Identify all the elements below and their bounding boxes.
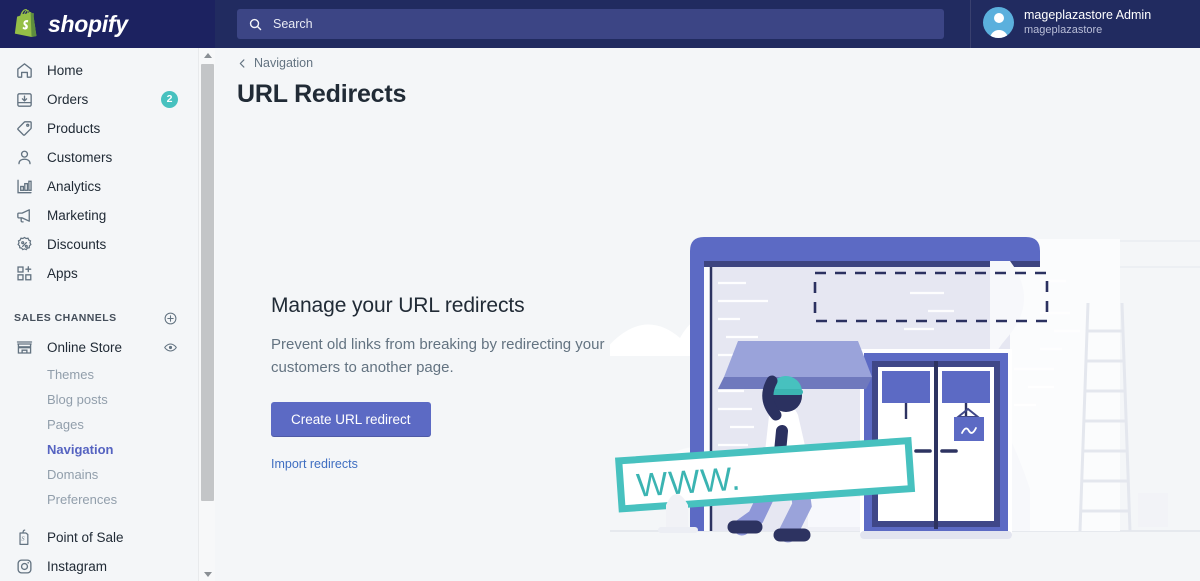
sidebar-scrollbar[interactable] <box>198 48 215 581</box>
sidebar-subitem-label: Blog posts <box>47 392 108 407</box>
search-input[interactable]: Search <box>237 9 944 39</box>
top-bar: Search mageplazastore Admin mageplazasto… <box>215 0 1200 48</box>
main-content: Navigation URL Redirects WWW. Manage you… <box>215 48 1200 581</box>
sidebar-item-online-store[interactable]: Online Store <box>0 333 198 361</box>
create-url-redirect-button[interactable]: Create URL redirect <box>271 401 431 437</box>
sidebar-item-home[interactable]: Home <box>0 56 198 84</box>
account-store: mageplazastore <box>1024 24 1103 37</box>
tag-icon <box>14 118 34 138</box>
shopify-logo[interactable]: shopify <box>14 9 128 39</box>
sidebar: shopify Home Orders 2 Products Customers… <box>0 0 215 581</box>
scrollbar-thumb[interactable] <box>201 64 214 501</box>
scroll-up-arrow-icon[interactable] <box>199 48 216 62</box>
sidebar-item-customers[interactable]: Customers <box>0 143 198 171</box>
sidebar-item-analytics[interactable]: Analytics <box>0 172 198 200</box>
sidebar-item-label: Online Store <box>47 339 123 355</box>
sidebar-item-point-of-sale[interactable]: S Point of Sale <box>0 523 198 551</box>
sidebar-item-products[interactable]: Products <box>0 114 198 142</box>
sidebar-item-label: Analytics <box>47 178 102 194</box>
breadcrumb[interactable]: Navigation <box>237 56 313 70</box>
home-icon <box>14 60 34 80</box>
sidebar-subitem-label: Preferences <box>47 492 118 507</box>
search-icon <box>248 17 263 32</box>
sidebar-item-label: Home <box>47 62 84 78</box>
sidebar-subitem-navigation[interactable]: Navigation <box>0 437 198 462</box>
shopify-bag-icon <box>14 9 37 38</box>
sidebar-item-discounts[interactable]: Discounts <box>0 230 198 258</box>
url-redirect-illustration: WWW. <box>610 237 1200 543</box>
page-title: URL Redirects <box>237 80 407 108</box>
point-of-sale-icon: S <box>14 527 34 547</box>
shopify-wordmark: shopify <box>48 10 128 37</box>
brand-bar: shopify <box>0 0 215 48</box>
search-placeholder: Search <box>273 17 313 31</box>
sidebar-subitem-blog-posts[interactable]: Blog posts <box>0 387 198 412</box>
sidebar-subitem-pages[interactable]: Pages <box>0 412 198 437</box>
sidebar-subitem-label: Pages <box>47 417 84 432</box>
sidebar-scroll-region: Home Orders 2 Products Customers Analyti… <box>0 48 215 581</box>
sidebar-item-instagram[interactable]: Instagram <box>0 552 198 580</box>
sidebar-subitem-label: Domains <box>47 467 99 482</box>
apps-grid-plus-icon <box>14 263 34 283</box>
eye-icon[interactable] <box>163 340 178 355</box>
sidebar-item-label: Products <box>47 120 101 136</box>
percent-badge-icon <box>14 234 34 254</box>
topbar-divider <box>970 0 971 48</box>
plus-circle-icon[interactable] <box>163 311 178 326</box>
sidebar-item-label: Discounts <box>47 236 107 252</box>
scroll-down-arrow-icon[interactable] <box>199 567 216 581</box>
bar-chart-icon <box>14 176 34 196</box>
user-avatar-icon <box>983 7 1014 38</box>
sidebar-subitem-label: Navigation <box>47 442 114 457</box>
empty-state-description: Prevent old links from breaking by redir… <box>271 336 605 376</box>
sidebar-item-label: Apps <box>47 265 78 281</box>
sidebar-item-label: Instagram <box>47 558 108 574</box>
sales-channels-header: SALES CHANNELS <box>0 303 198 333</box>
breadcrumb-label: Navigation <box>254 56 314 70</box>
sidebar-item-label: Marketing <box>47 207 107 223</box>
sidebar-subitem-preferences[interactable]: Preferences <box>0 487 198 512</box>
orders-count-badge: 2 <box>161 90 178 108</box>
sidebar-item-label: Customers <box>47 149 113 165</box>
sidebar-item-marketing[interactable]: Marketing <box>0 201 198 229</box>
account-name: mageplazastore Admin <box>1024 8 1152 23</box>
sidebar-subitem-themes[interactable]: Themes <box>0 362 198 387</box>
megaphone-icon <box>14 205 34 225</box>
sidebar-item-label: Orders <box>47 91 89 107</box>
sidebar-item-label: Point of Sale <box>47 529 124 545</box>
illustration-sign-text: WWW. <box>635 459 742 503</box>
content-column: Search mageplazastore Admin mageplazasto… <box>215 0 1200 581</box>
import-redirects-link[interactable]: Import redirects <box>271 457 651 471</box>
sidebar-item-orders[interactable]: Orders 2 <box>0 85 198 113</box>
storefront-icon <box>14 337 34 357</box>
person-icon <box>14 147 34 167</box>
sidebar-subitem-domains[interactable]: Domains <box>0 462 198 487</box>
instagram-icon <box>14 556 34 576</box>
empty-state: Manage your URL redirects Prevent old li… <box>271 294 651 471</box>
account-menu[interactable]: mageplazastore Admin mageplazastore <box>983 7 1151 38</box>
shopify-admin-window: shopify Home Orders 2 Products Customers… <box>0 0 1200 581</box>
sidebar-item-apps[interactable]: Apps <box>0 259 198 287</box>
sales-channels-title: SALES CHANNELS <box>14 312 117 324</box>
svg-text:S: S <box>21 535 25 542</box>
orders-inbox-icon <box>14 89 34 109</box>
empty-state-heading: Manage your URL redirects <box>271 294 525 317</box>
sidebar-subitem-label: Themes <box>47 367 94 382</box>
chevron-left-icon <box>237 58 248 69</box>
